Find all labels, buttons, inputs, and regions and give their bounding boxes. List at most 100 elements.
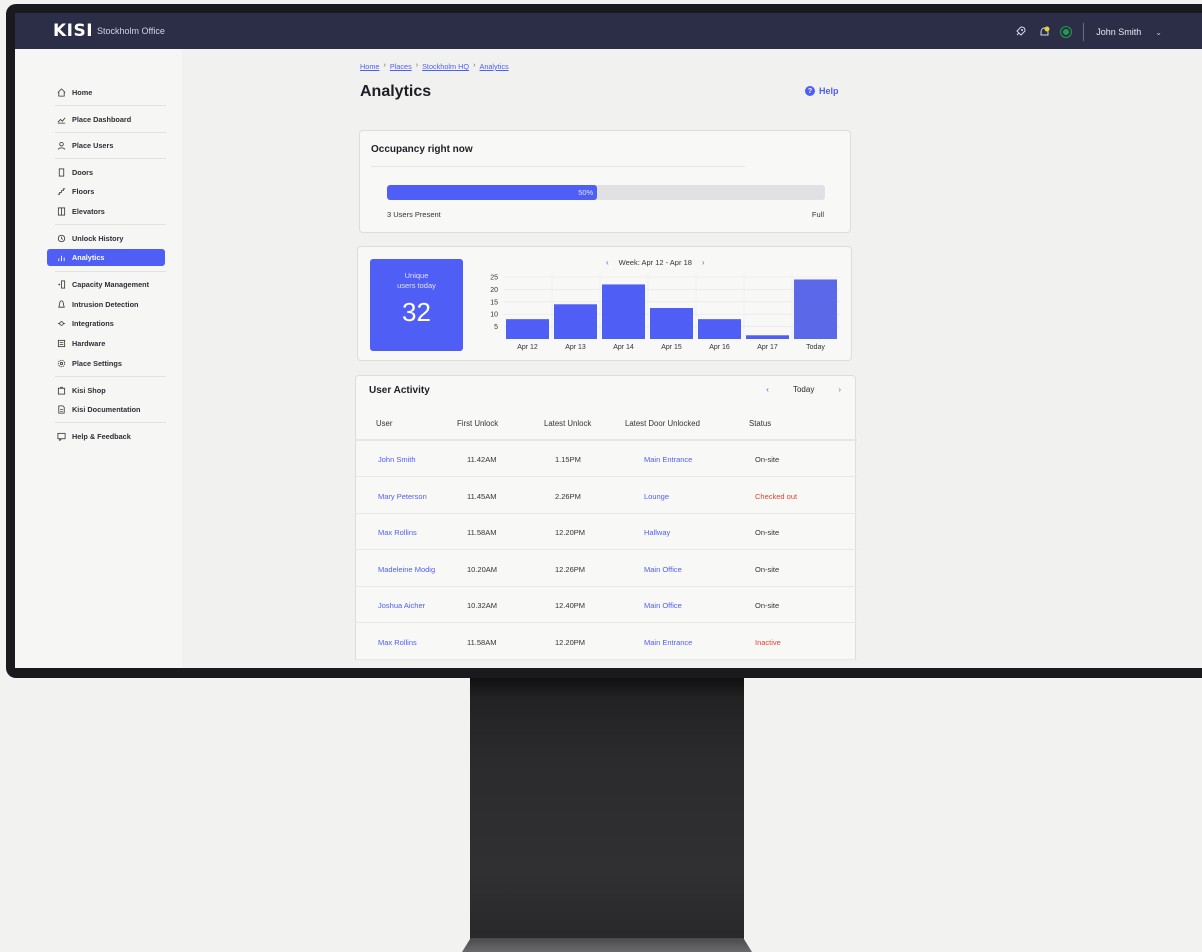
door-cell[interactable]: Main Entrance: [644, 638, 692, 647]
breadcrumb-separator: ›: [473, 62, 476, 69]
sidebar-item-label: Home: [72, 87, 93, 97]
sidebar-item-intrusion-detection[interactable]: Intrusion Detection: [47, 296, 165, 312]
user-activity-card: User Activity ‹ Today › User First Unloc…: [355, 375, 857, 660]
column-header-latest-door[interactable]: Latest Door Unlocked: [625, 419, 700, 428]
sidebar-divider: [55, 271, 166, 272]
bar-apr-13[interactable]: [554, 304, 597, 339]
bar-apr-15[interactable]: [650, 308, 693, 339]
status-cell: On-site: [755, 455, 780, 464]
table-row[interactable]: Max Rollins 11.58AM 12.20PM Hallway On-site: [356, 514, 857, 550]
status-cell: Checked out: [755, 491, 798, 501]
latest-unlock-cell: 1.15PM: [555, 455, 581, 464]
column-header-first-unlock[interactable]: First Unlock: [457, 419, 498, 428]
door-cell[interactable]: Main Office: [644, 565, 682, 574]
sidebar-item-place-settings[interactable]: Place Settings: [47, 355, 165, 371]
sidebar-item-help-feedback[interactable]: Help & Feedback: [47, 428, 165, 444]
user-name-cell[interactable]: Max Rollins: [378, 528, 417, 537]
bar-apr-14[interactable]: [602, 284, 645, 339]
bar-apr-12[interactable]: [506, 319, 549, 339]
table-row[interactable]: Mary Peterson 11.45AM 2.26PM Lounge Checked …: [356, 478, 857, 514]
user-name-cell[interactable]: Mary Peterson: [378, 492, 427, 501]
bar-apr-16[interactable]: [698, 319, 741, 339]
user-name-cell[interactable]: Madeleine Modig: [378, 565, 435, 574]
status-cell: On-site: [755, 528, 780, 537]
occupancy-title: Occupancy right now: [371, 144, 473, 155]
sidebar-item-label: Place Dashboard: [72, 114, 132, 124]
sidebar-item-unlock-history[interactable]: Unlock History: [47, 230, 165, 246]
chevron-right-icon[interactable]: ›: [702, 258, 705, 267]
bar-today[interactable]: [794, 279, 837, 339]
sidebar-item-home[interactable]: Home: [47, 84, 165, 100]
y-tick-label: 5: [494, 324, 498, 331]
week-nav: ‹ Week: Apr 12 - Apr 18 ›: [606, 258, 705, 267]
first-unlock-cell: 11.58AM: [467, 528, 497, 537]
sidebar-item-elevators[interactable]: Elevators: [47, 203, 165, 219]
monitor-stand: [470, 678, 744, 952]
door-cell[interactable]: Hallway: [644, 528, 670, 537]
user-name-cell[interactable]: Joshua Aicher: [378, 601, 425, 610]
table-row[interactable]: Max Rollins 11.58AM 12.20PM Main Entrance In…: [356, 624, 857, 660]
breadcrumb-separator: ›: [415, 62, 419, 69]
sidebar-item-label: Integrations: [72, 318, 114, 328]
breadcrumb-separator: ›: [383, 62, 386, 69]
occupancy-divider: [371, 166, 745, 167]
chevron-left-icon[interactable]: ‹: [766, 385, 769, 394]
chevron-right-icon[interactable]: ›: [838, 385, 841, 394]
table-row[interactable]: Madeleine Modig 10.20AM 12.26PM Main Office…: [356, 551, 857, 587]
office-name[interactable]: Stockholm Office: [97, 26, 165, 36]
day-label: Today: [792, 385, 815, 394]
user-name-cell[interactable]: Max Rollins: [378, 638, 417, 647]
breadcrumb-stockholm-hq[interactable]: Stockholm HQ: [422, 62, 469, 71]
sidebar-item-label: Floors: [72, 186, 95, 196]
sidebar-item-analytics[interactable]: Analytics: [47, 249, 165, 266]
floors-icon: [57, 187, 66, 195]
sidebar-item-integrations[interactable]: Integrations: [47, 315, 165, 331]
column-header-latest-unlock[interactable]: Latest Unlock: [544, 419, 591, 428]
sidebar-divider: [55, 132, 166, 133]
unique-users-value: 32: [402, 297, 431, 327]
sidebar-item-doors[interactable]: Doors: [47, 164, 165, 180]
first-unlock-cell: 10.32AM: [467, 601, 498, 610]
help-link[interactable]: ? Help: [805, 86, 839, 96]
latest-unlock-cell: 12.20PM: [555, 528, 586, 537]
sidebar-item-place-dashboard[interactable]: Place Dashboard: [47, 111, 165, 127]
door-icon: [58, 167, 65, 177]
sidebar: Home Place Dashboard Place Users Doors F…: [15, 49, 182, 668]
sidebar-item-hardware[interactable]: Hardware: [47, 335, 165, 351]
unique-users-label: Unique users today: [370, 271, 463, 291]
sidebar-item-label: Place Users: [72, 140, 114, 150]
bar-apr-17[interactable]: [746, 335, 789, 339]
status-cell: On-site: [755, 564, 780, 574]
door-cell[interactable]: Main Office: [644, 601, 682, 610]
column-header-user[interactable]: User: [376, 419, 392, 428]
full-label: Full: [811, 210, 824, 219]
unique-users-label-line2: users today: [397, 281, 436, 290]
table-row[interactable]: John Smith 11.42AM 1.15PM Main Entrance On-s…: [356, 441, 857, 477]
occupancy-card: Occupancy right now 50% 3 Users Present …: [359, 130, 851, 233]
sidebar-item-kisi-documentation[interactable]: Kisi Documentation: [47, 401, 165, 417]
breadcrumb-analytics[interactable]: Analytics: [479, 62, 508, 71]
sidebar-divider: [55, 105, 166, 106]
breadcrumb-home[interactable]: Home: [360, 62, 379, 71]
door-cell[interactable]: Lounge: [644, 492, 669, 501]
rocket-icon[interactable]: [1013, 25, 1027, 39]
unique-users-label-line1: Unique: [404, 271, 429, 280]
sidebar-item-kisi-shop[interactable]: Kisi Shop: [47, 382, 165, 398]
breadcrumb-places[interactable]: Places: [390, 62, 412, 71]
home-icon: [57, 87, 66, 97]
user-menu[interactable]: John Smith: [1096, 27, 1141, 37]
screen: kisi Stockholm Office John Smith ⌄ Home …: [15, 13, 1202, 668]
kisi-logo[interactable]: kisi: [53, 21, 93, 41]
sidebar-item-capacity-management[interactable]: Capacity Management: [47, 276, 165, 292]
column-header-status[interactable]: Status: [749, 419, 771, 428]
chevron-down-icon[interactable]: ⌄: [1155, 28, 1162, 37]
chevron-left-icon[interactable]: ‹: [606, 258, 609, 267]
sidebar-item-floors[interactable]: Floors: [47, 183, 165, 199]
notification-bell-icon[interactable]: [1037, 25, 1051, 39]
user-name-cell[interactable]: John Smith: [378, 455, 416, 464]
shop-icon: [57, 386, 66, 395]
table-row[interactable]: Joshua Aicher 10.32AM 12.40PM Main Office On…: [356, 587, 857, 623]
sidebar-item-place-users[interactable]: Place Users: [47, 137, 165, 153]
door-cell[interactable]: Main Entrance: [644, 455, 692, 464]
documentation-icon: [58, 404, 65, 414]
